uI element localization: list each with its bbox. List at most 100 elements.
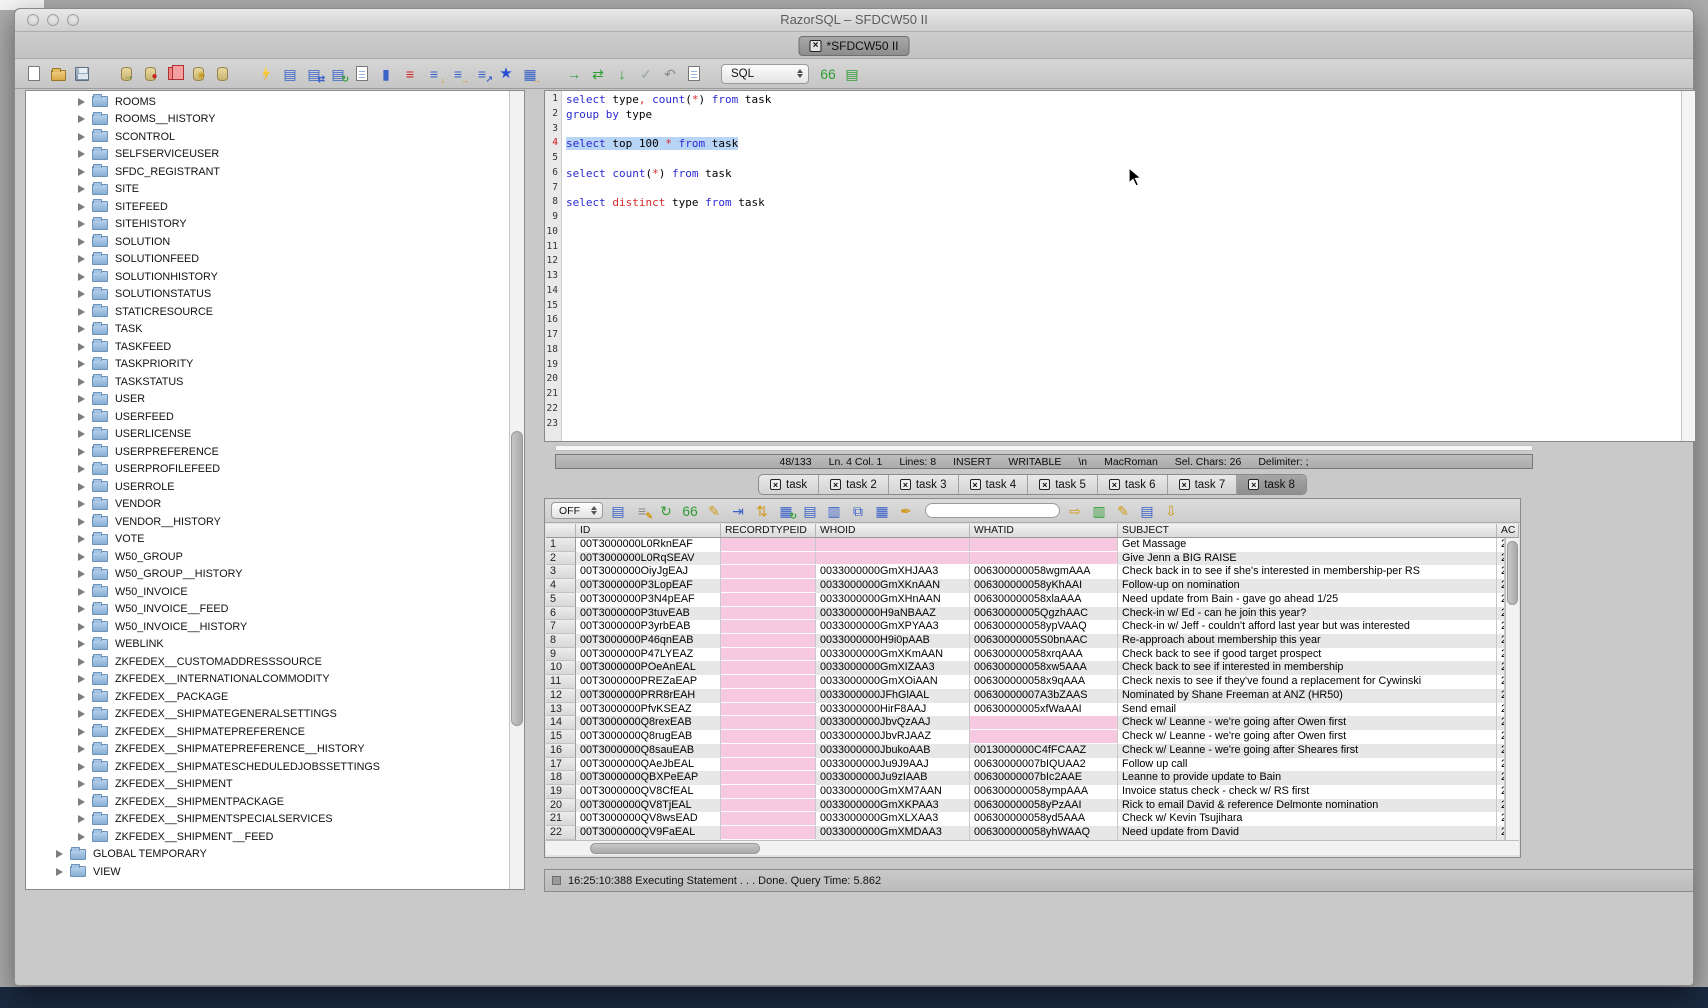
- disclosure-triangle-icon[interactable]: [78, 133, 85, 141]
- table-row[interactable]: 1000T3000000POeAnEAL0033000000GmXIZAA300…: [546, 661, 1505, 675]
- disclosure-triangle-icon[interactable]: [78, 150, 85, 158]
- sidebar-item-zkfedex__package[interactable]: ZKFEDEX__PACKAGE: [26, 688, 508, 706]
- cell-whoid[interactable]: 0033000000H9aNBAAZ: [816, 607, 970, 621]
- code-line[interactable]: [566, 226, 1681, 241]
- cell-id[interactable]: 00T3000000Q8rexEAB: [576, 716, 721, 730]
- sidebar-item-sfdc_registrant[interactable]: SFDC_REGISTRANT: [26, 163, 508, 181]
- code-line[interactable]: [566, 211, 1681, 226]
- disclosure-triangle-icon[interactable]: [56, 850, 63, 858]
- disclosure-triangle-icon[interactable]: [78, 500, 85, 508]
- disclosure-triangle-icon[interactable]: [78, 605, 85, 613]
- editor-horizontal-scrollbar[interactable]: [555, 445, 1533, 451]
- result-tab-task-4[interactable]: ×task 4: [959, 475, 1029, 494]
- reload-file-icon[interactable]: ▤↻: [329, 65, 347, 83]
- cell-whoid[interactable]: 0033000000GmXMDAA3: [816, 826, 970, 840]
- cell-rownum[interactable]: 11: [546, 675, 576, 689]
- save-all-icon[interactable]: ▤: [1138, 502, 1156, 520]
- column-header-SUBJECT[interactable]: SUBJECT: [1118, 524, 1497, 537]
- close-tab-icon[interactable]: ×: [970, 479, 981, 490]
- disclosure-triangle-icon[interactable]: [78, 115, 85, 123]
- document-icon[interactable]: [353, 65, 371, 83]
- new-db-icon[interactable]: ✳: [189, 65, 207, 83]
- cell-rownum[interactable]: 15: [546, 730, 576, 744]
- code-line[interactable]: select type, count(*) from task: [566, 93, 1681, 108]
- table-refresh-icon[interactable]: ▦↻: [777, 502, 795, 520]
- quote-select-icon[interactable]: 66: [681, 502, 699, 520]
- cell-whatid[interactable]: 006300000058xlaAAA: [970, 593, 1118, 607]
- cell-recordtypeid[interactable]: [721, 812, 816, 826]
- table-row[interactable]: 500T3000000P3N4pEAF0033000000GmXHnAAN006…: [546, 593, 1505, 607]
- cell-rownum[interactable]: 21: [546, 812, 576, 826]
- cell-ac[interactable]: 200: [1497, 758, 1505, 772]
- cell-whoid[interactable]: [816, 538, 970, 552]
- table-row[interactable]: 400T3000000P3LopEAF0033000000GmXKnAAN006…: [546, 579, 1505, 593]
- cell-rownum[interactable]: 7: [546, 620, 576, 634]
- cell-ac[interactable]: 200: [1497, 538, 1505, 552]
- sidebar-item-rooms[interactable]: ROOMS: [26, 93, 508, 111]
- sidebar-item-task[interactable]: TASK: [26, 321, 508, 339]
- sidebar-item-taskfeed[interactable]: TASKFEED: [26, 338, 508, 356]
- clipboard-icon[interactable]: [685, 65, 703, 83]
- sidebar-item-w50_invoice__history[interactable]: W50_INVOICE__HISTORY: [26, 618, 508, 636]
- sidebar-item-staticresource[interactable]: STATICRESOURCE: [26, 303, 508, 321]
- document-tab[interactable]: × *SFDCW50 II: [798, 36, 909, 56]
- table-row[interactable]: 200T3000000L0RqSEAVGive Jenn a BIG RAISE…: [546, 552, 1505, 566]
- cell-rownum[interactable]: 19: [546, 785, 576, 799]
- cell-recordtypeid[interactable]: [721, 826, 816, 840]
- table-row[interactable]: 1800T3000000QBXPeEAP0033000000Ju9zIAAB00…: [546, 771, 1505, 785]
- code-line[interactable]: [566, 152, 1681, 167]
- disclosure-triangle-icon[interactable]: [78, 395, 85, 403]
- save-file-icon[interactable]: [73, 65, 91, 83]
- cell-whatid[interactable]: 006300000058wgmAAA: [970, 565, 1118, 579]
- disconnect-db-icon[interactable]: ●: [141, 65, 159, 83]
- list-icon[interactable]: ≡: [401, 65, 419, 83]
- disclosure-triangle-icon[interactable]: [78, 413, 85, 421]
- cell-whoid[interactable]: [816, 552, 970, 566]
- cell-id[interactable]: 00T3000000P3N4pEAF: [576, 593, 721, 607]
- table-export-icon[interactable]: ▦→: [521, 65, 539, 83]
- disclosure-triangle-icon[interactable]: [78, 290, 85, 298]
- cell-rownum[interactable]: 5: [546, 593, 576, 607]
- download-icon[interactable]: ⇩: [1162, 502, 1180, 520]
- cell-whatid[interactable]: 00630000007bIQUAA2: [970, 758, 1118, 772]
- minimize-window-icon[interactable]: [47, 14, 59, 26]
- code-line[interactable]: select distinct type from task: [566, 196, 1681, 211]
- cell-recordtypeid[interactable]: [721, 607, 816, 621]
- new-file-icon[interactable]: [25, 65, 43, 83]
- disclosure-triangle-icon[interactable]: [78, 220, 85, 228]
- cell-whatid[interactable]: 0013000000C4fFCAAZ: [970, 744, 1118, 758]
- cell-id[interactable]: 00T3000000QBXPeEAP: [576, 771, 721, 785]
- cell-rownum[interactable]: 3: [546, 565, 576, 579]
- disclosure-triangle-icon[interactable]: [78, 465, 85, 473]
- table-row[interactable]: 2200T3000000QV9FaEAL0033000000GmXMDAA300…: [546, 826, 1505, 840]
- sidebar-item-vendor__history[interactable]: VENDOR__HISTORY: [26, 513, 508, 531]
- cell-recordtypeid[interactable]: [721, 675, 816, 689]
- result-tab-task-8[interactable]: ×task 8: [1237, 475, 1306, 494]
- disclosure-triangle-icon[interactable]: [78, 833, 85, 841]
- sql-editor[interactable]: 1234567891011121314151617181920212223 se…: [544, 90, 1696, 442]
- table-row[interactable]: 900T3000000P47LYEAZ0033000000GmXKmAAN006…: [546, 648, 1505, 662]
- refresh-results-icon[interactable]: ↻: [657, 502, 675, 520]
- copy-connection-icon[interactable]: [165, 65, 183, 83]
- cell-subject[interactable]: Rick to email David & reference Delmonte…: [1118, 799, 1497, 813]
- cell-recordtypeid[interactable]: [721, 579, 816, 593]
- code-line[interactable]: [566, 300, 1681, 315]
- table-row[interactable]: 1700T3000000QAeJbEAL0033000000Ju9J9AAJ00…: [546, 758, 1505, 772]
- sidebar-item-site[interactable]: SITE: [26, 181, 508, 199]
- disclosure-triangle-icon[interactable]: [78, 535, 85, 543]
- cell-id[interactable]: 00T3000000QV9FaEAL: [576, 826, 721, 840]
- disclosure-triangle-icon[interactable]: [56, 868, 63, 876]
- cell-recordtypeid[interactable]: [721, 661, 816, 675]
- cell-rownum[interactable]: 22: [546, 826, 576, 840]
- cell-id[interactable]: 00T3000000POeAnEAL: [576, 661, 721, 675]
- column-header-ID[interactable]: ID: [576, 524, 721, 537]
- disclosure-triangle-icon[interactable]: [78, 430, 85, 438]
- commit-icon[interactable]: ✓: [637, 65, 655, 83]
- table-row[interactable]: 1100T3000000PREZaEAP0033000000GmXOiAAN00…: [546, 675, 1505, 689]
- cell-subject[interactable]: Send email: [1118, 703, 1497, 717]
- cell-recordtypeid[interactable]: [721, 703, 816, 717]
- result-tab-task-7[interactable]: ×task 7: [1168, 475, 1238, 494]
- result-tab-task-3[interactable]: ×task 3: [889, 475, 959, 494]
- cell-recordtypeid[interactable]: [721, 730, 816, 744]
- cell-id[interactable]: 00T3000000PREZaEAP: [576, 675, 721, 689]
